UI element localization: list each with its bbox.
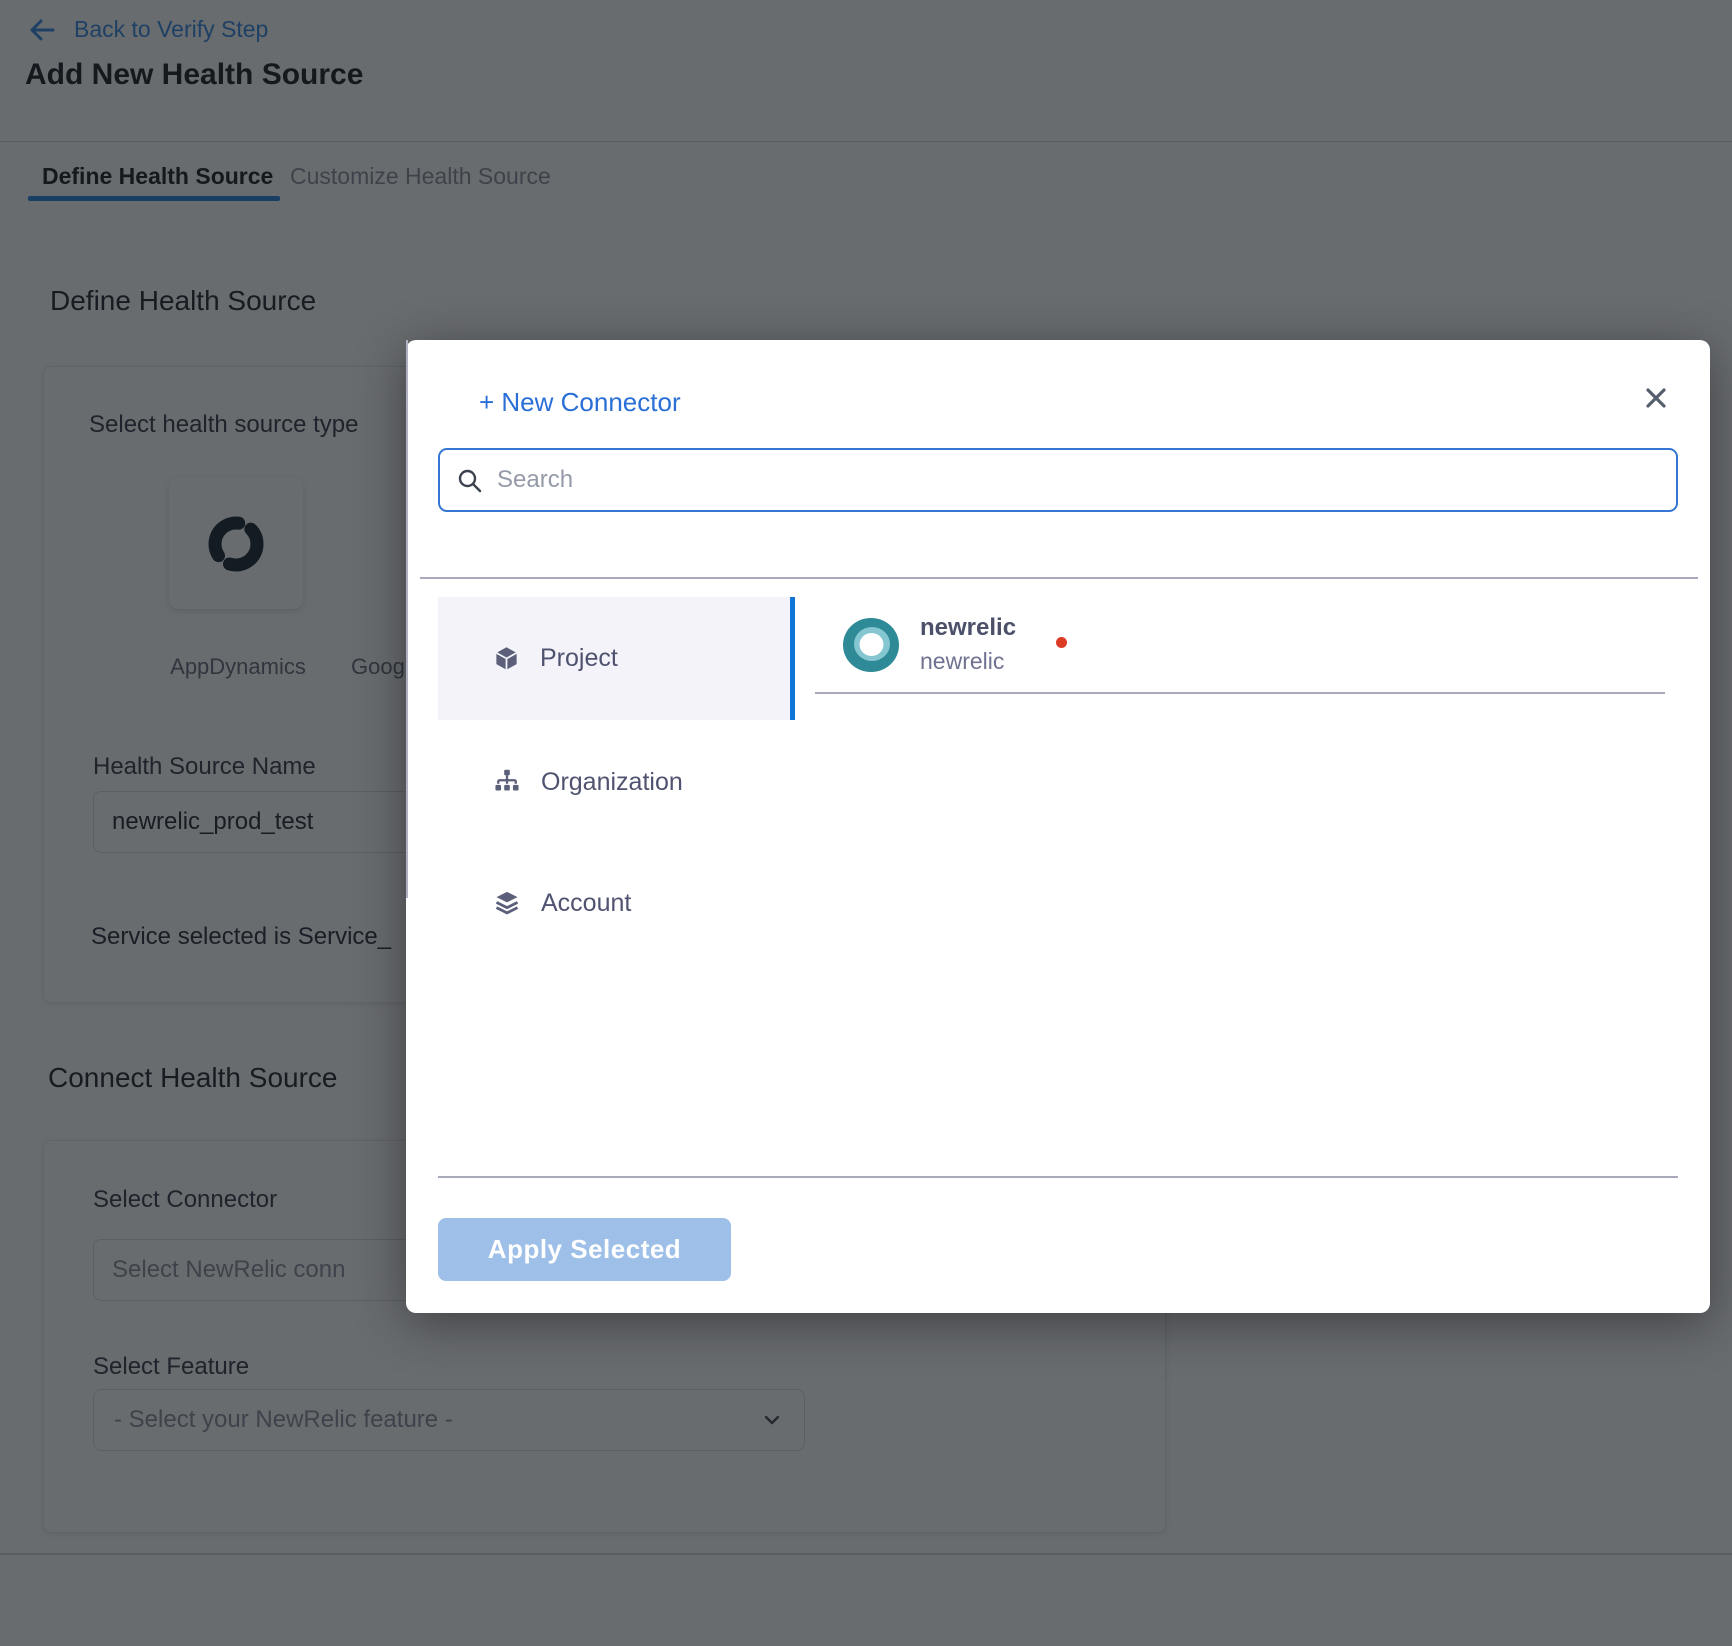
scope-tab-account[interactable]: Account <box>438 873 795 933</box>
scope-tab-project[interactable]: Project <box>438 597 795 720</box>
close-icon <box>1641 383 1671 413</box>
modal-footer-divider <box>438 1176 1678 1178</box>
layers-icon <box>493 889 521 917</box>
org-chart-icon <box>493 768 521 796</box>
new-connector-link[interactable]: + New Connector <box>479 387 681 418</box>
cube-icon <box>493 645 520 672</box>
search-divider <box>420 577 1698 579</box>
sidebar-divider <box>406 340 408 898</box>
search-icon <box>456 467 483 494</box>
apply-selected-button[interactable]: Apply Selected <box>438 1218 731 1281</box>
scope-label-account: Account <box>541 889 631 918</box>
connector-list-item-newrelic[interactable]: newrelic newrelic <box>842 610 1682 680</box>
search-input[interactable] <box>497 466 1660 494</box>
newrelic-icon <box>842 617 900 678</box>
scope-label-organization: Organization <box>541 768 683 797</box>
connector-id: newrelic <box>920 648 1004 675</box>
search-box <box>438 448 1678 512</box>
connector-select-modal: + New Connector Project <box>406 340 1710 1313</box>
connectivity-status-dot <box>1056 637 1067 648</box>
connector-row-divider <box>815 692 1665 694</box>
scope-tab-organization[interactable]: Organization <box>438 752 795 812</box>
scope-label-project: Project <box>540 644 618 673</box>
connector-name: newrelic <box>920 614 1016 642</box>
close-button[interactable] <box>1634 376 1678 420</box>
